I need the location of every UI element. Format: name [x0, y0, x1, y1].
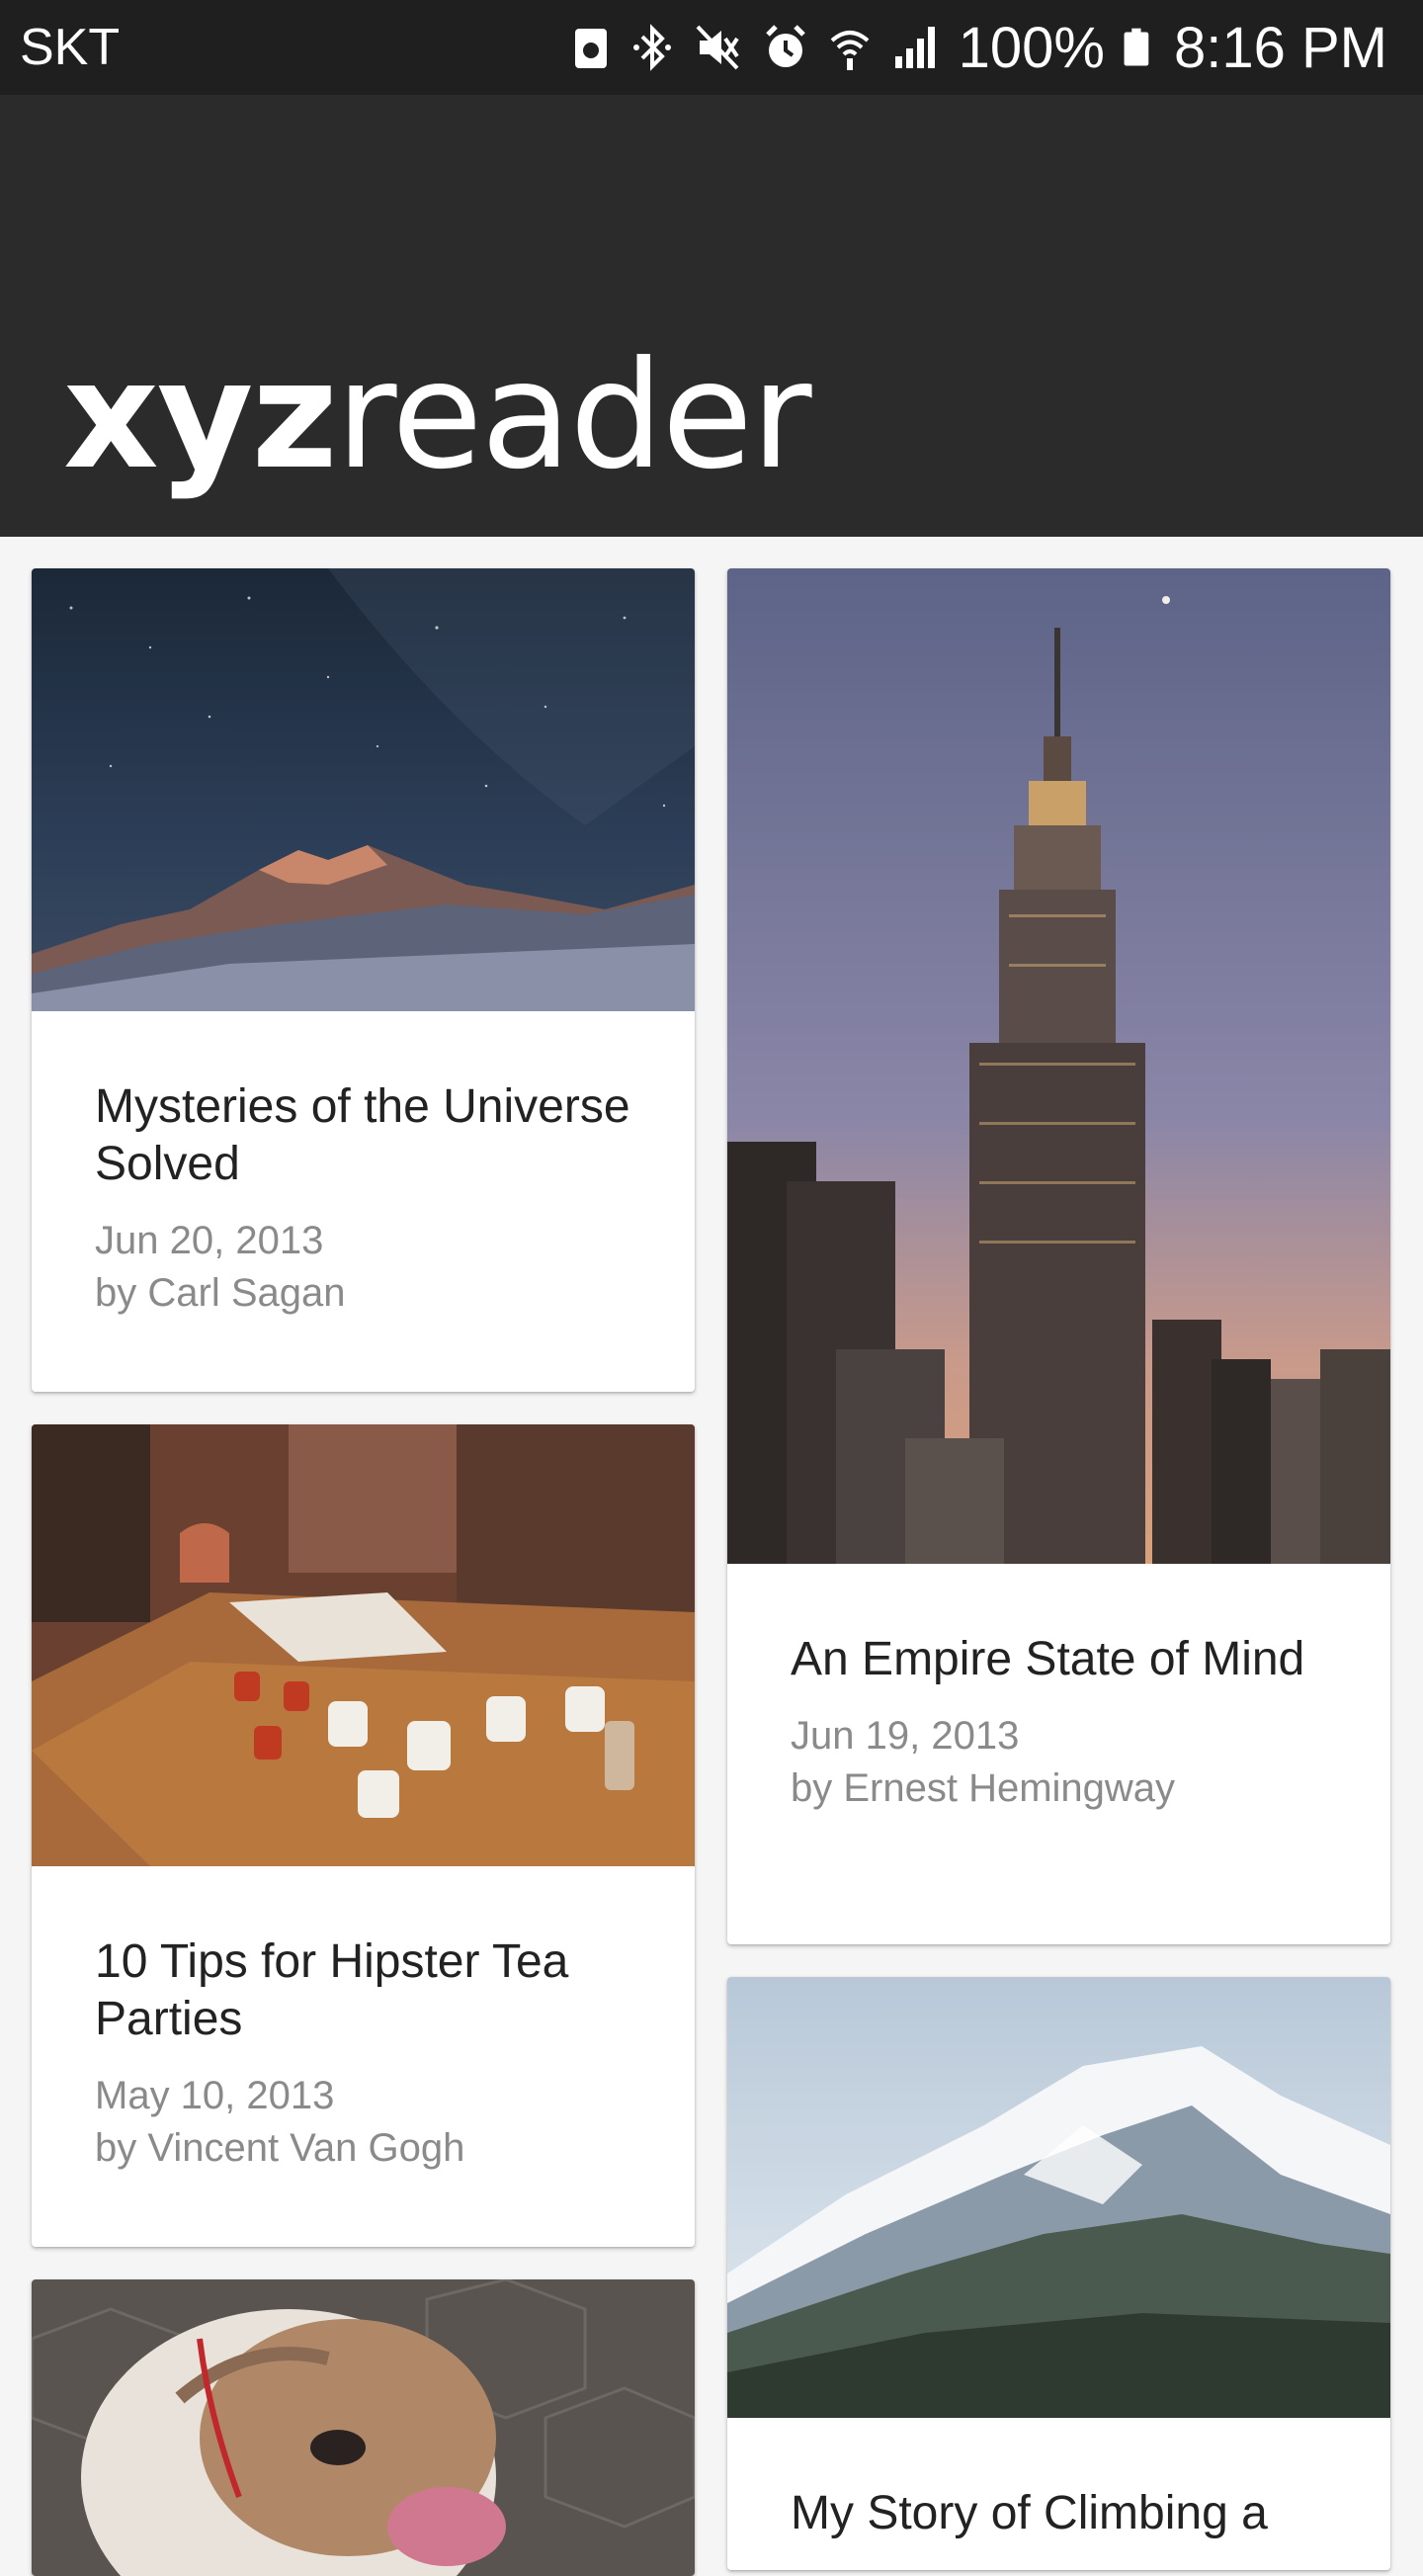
article-image-night-sky [32, 568, 695, 1011]
article-image-empire-state [727, 568, 1390, 1564]
clock-time: 8:16 PM [1174, 15, 1387, 80]
bluetooth-icon [632, 24, 671, 71]
status-bar: SKT 100% 8:16 PM [0, 0, 1423, 95]
app-bar: xyzreader [0, 95, 1423, 537]
battery-percent: 100% [958, 15, 1105, 80]
wifi-icon [830, 31, 869, 70]
article-card-body: Mysteries of the Universe Solved Jun 20,… [32, 1011, 695, 1320]
article-card[interactable]: An Empire State of Mind Jun 19, 2013 by … [727, 568, 1390, 1944]
carrier-label: SKT [20, 19, 121, 76]
status-icons: 100% 8:16 PM [569, 15, 1387, 81]
alarm-icon [765, 25, 805, 67]
article-image-bulldog [32, 2279, 695, 2576]
article-card-body: 10 Tips for Hipster Tea Parties May 10, … [32, 1866, 695, 2175]
article-card[interactable]: My Story of Climbing a [727, 1977, 1390, 2570]
app-logo: xyzreader [63, 342, 812, 490]
battery-icon [1124, 28, 1149, 66]
article-card-body: My Story of Climbing a [727, 2418, 1390, 2542]
article-title: Mysteries of the Universe Solved [95, 1080, 630, 1190]
article-author: by Carl Sagan [95, 1271, 346, 1315]
mute-icon [696, 25, 739, 70]
article-title: 10 Tips for Hipster Tea Parties [95, 1935, 569, 2045]
logo-xyz: xyz [63, 330, 338, 502]
article-image-snowy-mountain [727, 1977, 1390, 2418]
signal-icon [894, 27, 935, 68]
recycle-icon [574, 29, 607, 68]
article-image-tea-cups [32, 1424, 695, 1866]
article-date: Jun 20, 2013 [95, 1219, 324, 1262]
article-date: Jun 19, 2013 [791, 1714, 1020, 1758]
article-date: May 10, 2013 [95, 2074, 335, 2117]
article-card[interactable]: Mysteries of the Universe Solved Jun 20,… [32, 568, 695, 1392]
article-title: My Story of Climbing a [791, 2487, 1268, 2539]
article-card[interactable] [32, 2279, 695, 2576]
logo-reader: reader [335, 330, 812, 502]
article-card-body: An Empire State of Mind Jun 19, 2013 by … [727, 1564, 1390, 1815]
article-card[interactable]: 10 Tips for Hipster Tea Parties May 10, … [32, 1424, 695, 2247]
article-author: by Ernest Hemingway [791, 1766, 1176, 1810]
article-author: by Vincent Van Gogh [95, 2126, 465, 2170]
article-title: An Empire State of Mind [791, 1633, 1305, 1685]
